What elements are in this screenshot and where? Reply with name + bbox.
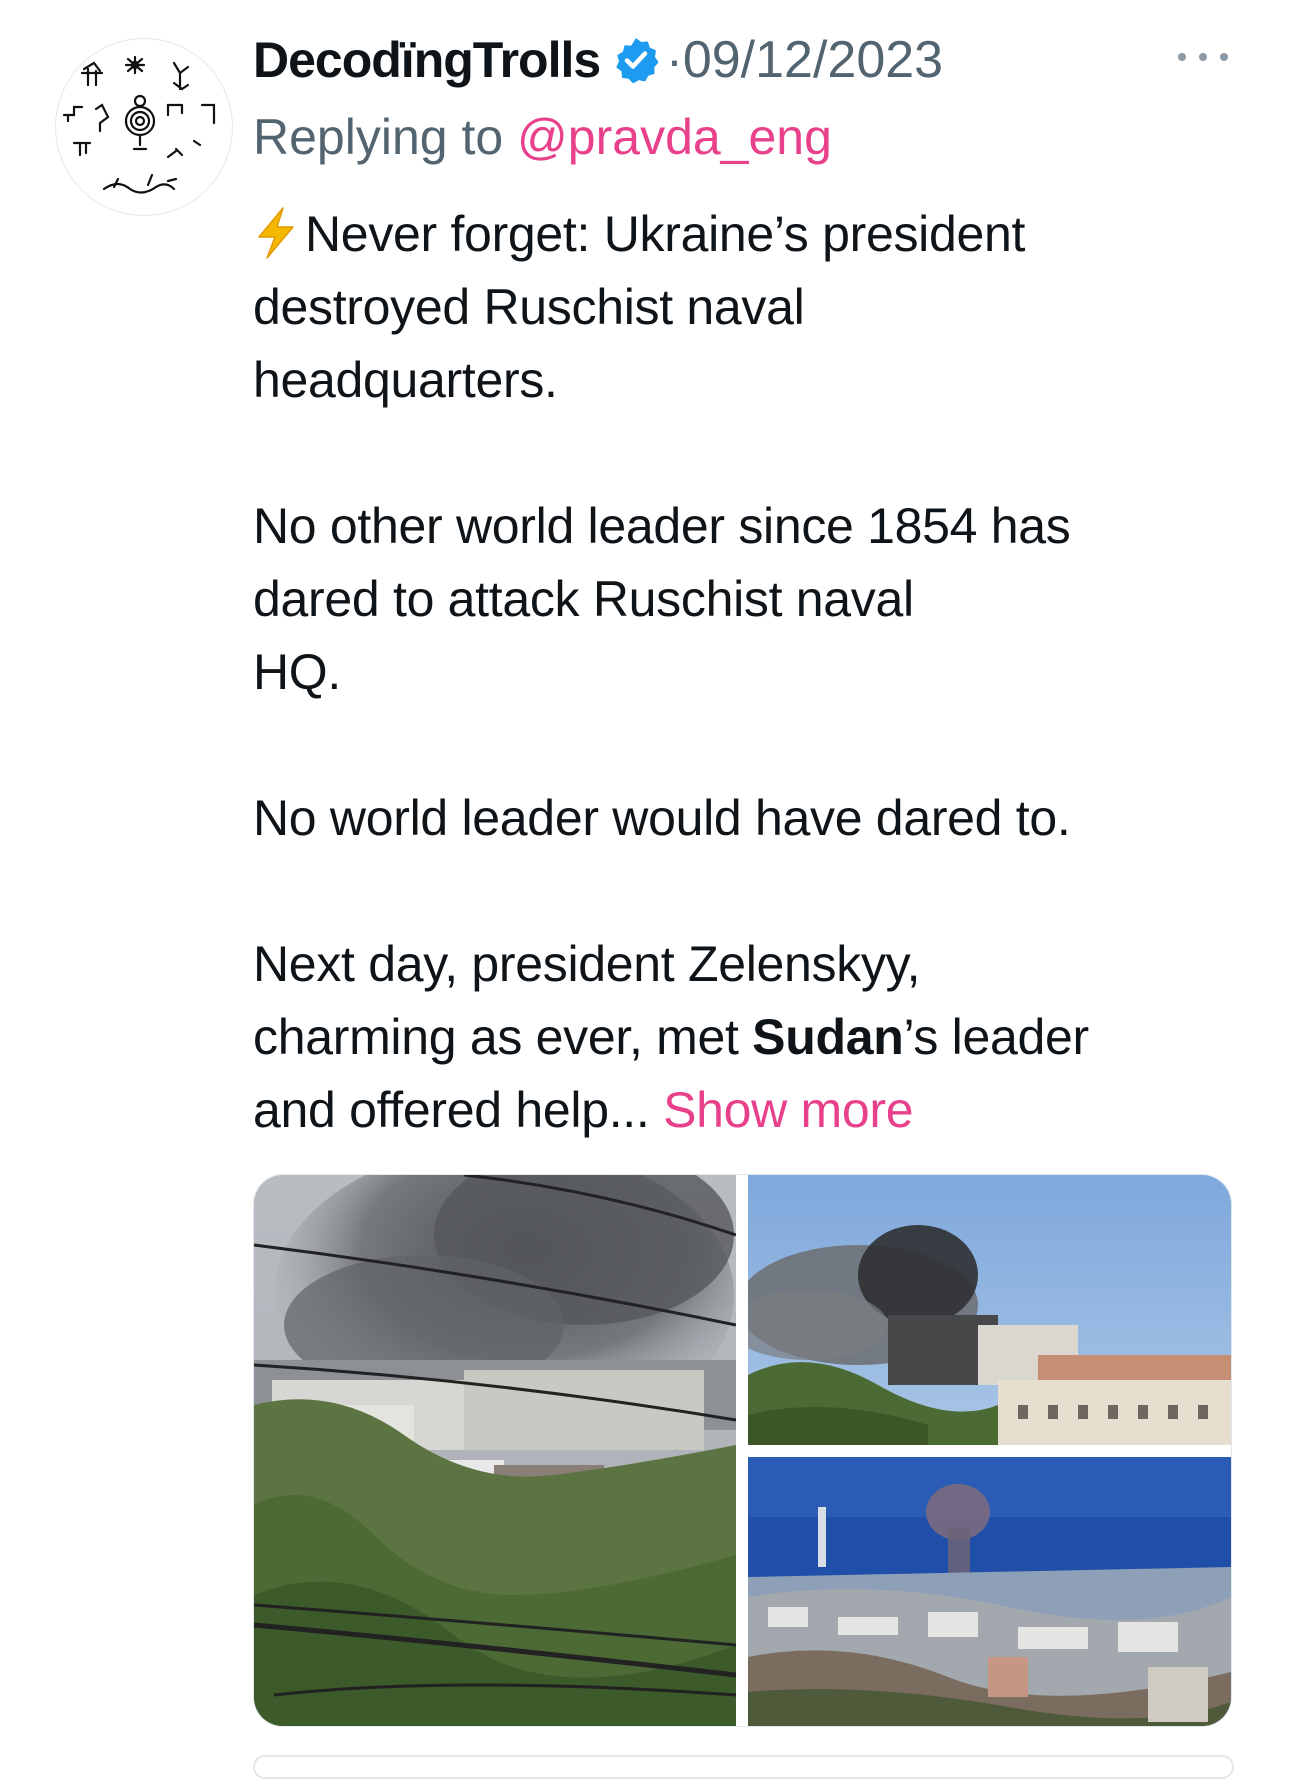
header-separator: ·	[666, 32, 683, 88]
tweet-line: No world leader would have dared to.	[253, 790, 1071, 846]
tweet-line: HQ.	[253, 644, 341, 700]
tweet-paragraph-2: No other world leader since 1854 has dar…	[253, 490, 1253, 709]
burning-naval-hq-photo[interactable]	[748, 1175, 1231, 1445]
tweet-line: charming as ever, met Sudan’s leader	[253, 1001, 1253, 1074]
smoke-plume-over-sea-photo[interactable]	[748, 1457, 1231, 1726]
tweet-paragraph-1: Never forget: Ukraine’s president destro…	[253, 198, 1253, 417]
tweet-line-text: ’s leader	[903, 1009, 1089, 1065]
tweet-date[interactable]: 09/12/2023	[683, 30, 943, 90]
tweet-line-text: and offered help...	[253, 1082, 664, 1138]
more-horizontal-icon[interactable]	[1178, 42, 1228, 72]
replying-to-label: Replying to	[253, 109, 518, 165]
bold-word: Sudan	[752, 1009, 904, 1065]
show-more-link[interactable]: Show more	[663, 1082, 913, 1138]
tweet[interactable]: DecodïngTrolls · 09/12/2023 Replying to …	[0, 0, 1290, 1779]
media-grid	[253, 1174, 1232, 1727]
tweet-header: DecodïngTrolls · 09/12/2023	[253, 30, 943, 90]
tweet-line-text: Never forget: Ukraine’s president	[305, 206, 1026, 262]
next-card-edge	[253, 1755, 1234, 1779]
tweet-line: and offered help... Show more	[253, 1074, 1253, 1147]
author-display-name[interactable]: DecodïngTrolls	[253, 31, 601, 89]
author-avatar[interactable]	[55, 38, 233, 216]
verified-badge-icon[interactable]	[612, 36, 660, 84]
smoke-over-building-photo[interactable]	[254, 1175, 736, 1726]
replying-to-line: Replying to @pravda_eng	[253, 108, 832, 166]
tweet-line: No other world leader since 1854 has	[253, 498, 1071, 554]
tweet-text: Never forget: Ukraine’s president destro…	[253, 198, 1253, 1147]
reply-handle-link[interactable]: @pravda_eng	[517, 109, 832, 165]
tweet-line: destroyed Ruschist naval	[253, 279, 805, 335]
tweet-line: Next day, president Zelenskyy,	[253, 936, 921, 992]
tweet-line: headquarters.	[253, 352, 558, 408]
tweet-paragraph-4: Next day, president Zelenskyy, charming …	[253, 928, 1253, 1147]
tweet-line: dared to attack Ruschist naval	[253, 571, 914, 627]
tweet-line: Never forget: Ukraine’s president	[253, 198, 1253, 271]
tweet-line-text: charming as ever, met	[253, 1009, 753, 1065]
lightning-bolt-icon	[253, 206, 299, 259]
petroglyph-avatar	[62, 55, 216, 194]
tweet-paragraph-3: No world leader would have dared to.	[253, 782, 1253, 855]
